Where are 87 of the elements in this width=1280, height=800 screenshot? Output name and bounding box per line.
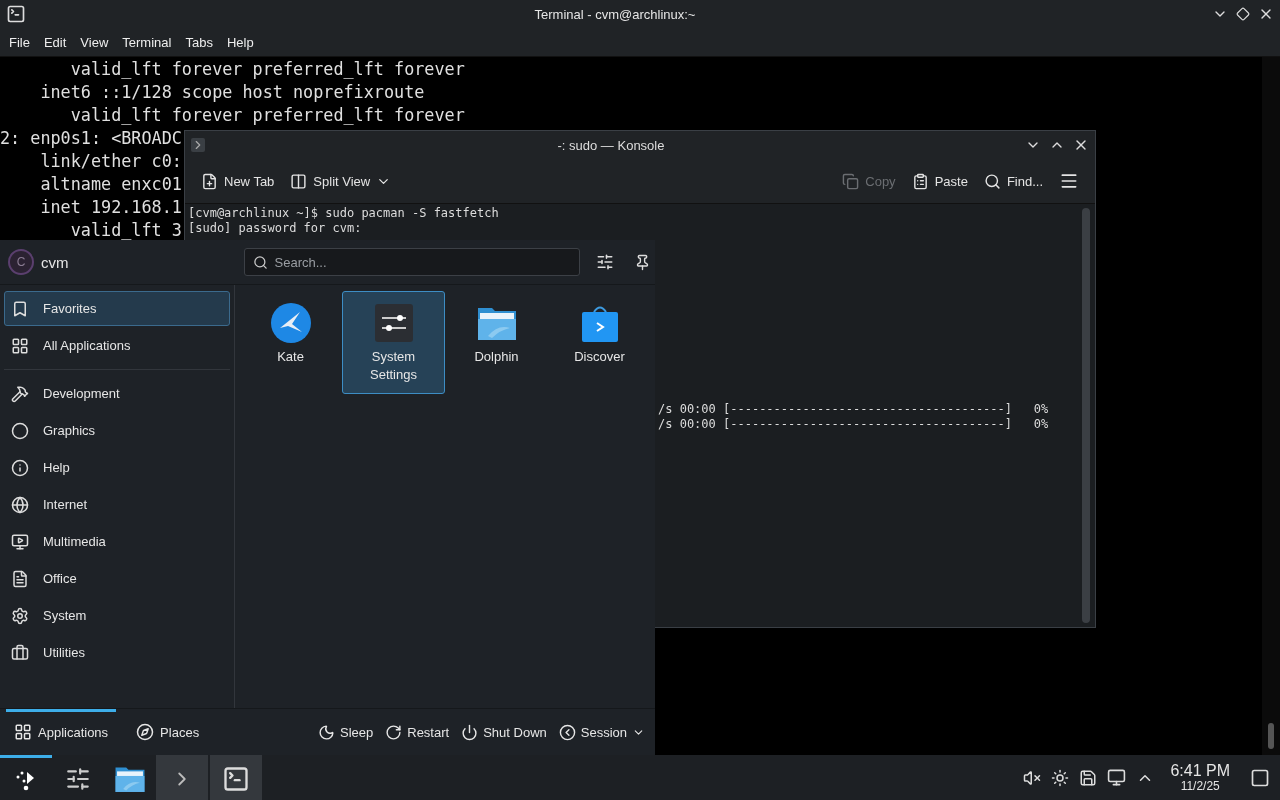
toolbar-button[interactable]: Split View [284,168,398,194]
taskbar-button[interactable] [210,755,262,800]
search-icon [252,255,268,270]
restart-icon [385,723,403,741]
app-tile[interactable]: Dolphin [445,291,548,394]
circle-icon [11,421,29,440]
chevron-icon [191,138,205,152]
sliders-icon [65,766,91,792]
compass-icon [136,723,155,741]
sliders-app-icon [372,302,415,344]
avatar[interactable]: C [8,249,34,275]
copy-icon [842,172,860,190]
terminal-line: 2: enp0s1: <BROADC [0,127,182,150]
terminal-line: [sudo] password for cvm: [188,221,362,236]
category-item[interactable]: Multimedia [4,524,230,559]
show-desktop-icon[interactable] [1250,767,1270,788]
bird-app-icon [269,302,312,344]
grid-icon [11,336,29,355]
tab[interactable]: Places [128,709,208,755]
app-tile[interactable]: Discover [548,291,651,394]
search-field[interactable]: Search... [243,248,580,276]
terminal-line: /s 00:00 [--------------------------------------] 0% [658,417,1049,432]
terminal-line: valid_lft forever preferred_lft forever [69,58,465,81]
category-item[interactable]: Development [4,376,230,411]
app-tile[interactable]: System Settings [342,291,445,394]
window-title: Terminal - cvm@archlinux:~ [533,6,697,22]
category-item[interactable]: Favorites [4,291,230,326]
power-action-button[interactable]: Sleep [314,719,378,745]
moon-icon [318,723,335,741]
hammer-icon [11,384,29,403]
menu-icon [1059,171,1079,191]
gear-icon [11,606,29,625]
category-item[interactable]: Internet [4,487,230,522]
clipboard-icon [911,172,929,190]
terminal-line: valid_lft 3 [69,219,182,242]
category-item[interactable]: System [4,598,230,633]
menu-item[interactable]: Help [219,34,261,50]
toolbar-button[interactable]: Paste [905,168,974,194]
toolbox-icon [11,643,29,662]
menu-item[interactable]: Edit [36,34,74,50]
category-item[interactable]: Utilities [4,635,230,670]
toolbar-button[interactable]: New Tab [195,168,281,194]
category-item[interactable]: Office [4,561,230,596]
search-icon [983,172,1001,190]
globe-icon [11,495,29,514]
category-item[interactable]: All Applications [4,328,230,363]
power-action-button[interactable]: Restart [381,719,454,745]
chevron-left-circle-icon [558,723,576,741]
menu-item[interactable]: View [73,34,116,50]
clock-time[interactable]: 6:41 PM [1170,762,1230,780]
scrollbar[interactable] [1262,57,1280,755]
clock-date[interactable]: 11/2/25 [1180,780,1220,793]
info-icon [11,458,29,477]
app-tile[interactable]: Kate [239,291,342,394]
document-icon [11,569,29,588]
power-action-button[interactable]: Shut Down [457,719,551,745]
terminal-line: /s 00:00 [--------------------------------------] 0% [658,402,1049,417]
grid-icon [14,723,32,741]
terminal-line: inet6 ::1/128 scope host noprefixroute [39,81,425,104]
power-action-button[interactable]: Session [554,719,649,745]
split-view-icon [290,172,308,190]
category-item[interactable]: Graphics [4,413,230,448]
sliders-icon [596,253,614,271]
diamond-icon [1236,7,1250,21]
user-name: cvm [41,253,69,271]
category-item[interactable]: Help [4,450,230,485]
terminal-icon [6,4,26,24]
monitor-icon [11,532,29,551]
terminal-line: link/ether c0: [39,150,182,173]
terminal-line: valid_lft forever preferred_lft forever [69,104,465,127]
new-tab-icon [201,172,218,190]
toolbar-button[interactable]: Find... [977,168,1049,194]
terminal-line: altname enxc01 [39,173,182,196]
menu-item[interactable]: Terminal [115,34,179,50]
window-title: -: sudo — Konsole [556,137,666,153]
terminal-line: inet 192.168.1 [39,196,182,219]
menu-item[interactable]: Tabs [178,34,220,50]
pin-icon [634,253,651,271]
terminal-line: [cvm@archlinux ~]$ sudo pacman -S fastfetch [188,206,499,221]
brightness-icon[interactable] [1051,768,1070,787]
power-icon [461,723,479,741]
bookmark-icon [11,299,29,318]
muted-speaker-icon[interactable] [1023,768,1042,787]
maximize-button[interactable] [1236,7,1250,21]
menu-item[interactable]: File [2,34,37,50]
network-icon[interactable] [1107,768,1127,787]
terminal-icon [222,765,250,793]
